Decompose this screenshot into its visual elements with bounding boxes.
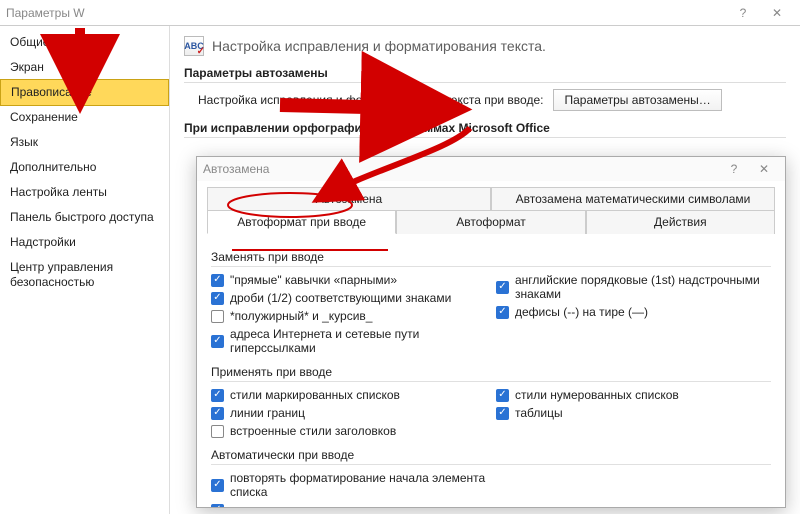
check-replace-left-3[interactable]: адреса Интернета и сетевые пути гиперссы… xyxy=(211,327,486,355)
checkbox-icon[interactable] xyxy=(496,306,509,319)
sidebar-item-3[interactable]: Сохранение xyxy=(0,105,169,130)
check-replace-left-2[interactable]: *полужирный* и _курсив_ xyxy=(211,309,486,323)
sidebar-item-0[interactable]: Общие xyxy=(0,30,169,55)
sidebar-item-5[interactable]: Дополнительно xyxy=(0,155,169,180)
autocorrect-dialog: Автозамена ? ✕ АвтозаменаАвтозамена мате… xyxy=(196,156,786,508)
sidebar-item-7[interactable]: Панель быстрого доступа xyxy=(0,205,169,230)
checkbox-icon[interactable] xyxy=(211,504,224,508)
check-label: линии границ xyxy=(230,406,305,420)
checkbox-icon[interactable] xyxy=(211,335,224,348)
check-label: повторять форматирование начала элемента… xyxy=(230,471,486,499)
dialog-tab-row2-2[interactable]: Действия xyxy=(586,210,775,234)
sidebar-item-6[interactable]: Настройка ленты xyxy=(0,180,169,205)
section-title-apply: Применять при вводе xyxy=(211,365,771,382)
dialog-help-button[interactable]: ? xyxy=(719,157,749,181)
check-label: дефисы (--) на тире (—) xyxy=(515,305,648,319)
check-label: адреса Интернета и сетевые пути гиперссы… xyxy=(230,327,486,355)
check-replace-right-1[interactable]: дефисы (--) на тире (—) xyxy=(496,305,771,319)
checkbox-icon[interactable] xyxy=(211,274,224,287)
check-replace-left-0[interactable]: "прямые" кавычки «парными» xyxy=(211,273,486,287)
checkbox-icon[interactable] xyxy=(496,281,509,294)
check-apply-right-1[interactable]: таблицы xyxy=(496,406,771,420)
check-auto-left-1[interactable]: устанавливать отступы клавишами xyxy=(211,503,486,507)
sidebar-item-9[interactable]: Центр управления безопасностью xyxy=(0,255,169,295)
section-title-auto: Автоматически при вводе xyxy=(211,448,771,465)
check-label: стили маркированных списков xyxy=(230,388,400,402)
check-label: встроенные стили заголовков xyxy=(230,424,396,438)
check-label: английские порядковые (1st) надстрочными… xyxy=(515,273,771,301)
page-title: Настройка исправления и форматирования т… xyxy=(212,38,546,54)
group-spelling-office: При исправлении орфографии в программах … xyxy=(184,121,786,138)
check-auto-left-0[interactable]: повторять форматирование начала элемента… xyxy=(211,471,486,499)
check-apply-left-0[interactable]: стили маркированных списков xyxy=(211,388,486,402)
dialog-tab-row1-0[interactable]: Автозамена xyxy=(207,187,491,210)
dialog-close-button[interactable]: ✕ xyxy=(749,157,779,181)
checkbox-icon[interactable] xyxy=(211,407,224,420)
autocorrect-dialog-title: Автозамена xyxy=(203,162,719,176)
section-checks-auto: повторять форматирование начала элемента… xyxy=(211,467,771,507)
check-label: стили нумерованных списков xyxy=(515,388,679,402)
check-label: *полужирный* и _курсив_ xyxy=(230,309,372,323)
check-apply-left-2[interactable]: встроенные стили заголовков xyxy=(211,424,486,438)
check-apply-left-1[interactable]: линии границ xyxy=(211,406,486,420)
checkbox-icon[interactable] xyxy=(211,310,224,323)
sidebar-item-8[interactable]: Надстройки xyxy=(0,230,169,255)
section-checks-apply: стили маркированных списков линии границ в… xyxy=(211,384,771,442)
sidebar-item-1[interactable]: Экран xyxy=(0,55,169,80)
check-replace-right-0[interactable]: английские порядковые (1st) надстрочными… xyxy=(496,273,771,301)
autocorrect-titlebar: Автозамена ? ✕ xyxy=(197,157,785,181)
dialog-tab-row2-1[interactable]: Автоформат xyxy=(396,210,585,234)
checkbox-icon[interactable] xyxy=(211,292,224,305)
checkbox-icon[interactable] xyxy=(211,425,224,438)
options-sidebar: ОбщиеЭкранПравописаниеСохранениеЯзыкДопо… xyxy=(0,26,170,514)
proofing-icon: ABC xyxy=(184,36,204,56)
main-title: Параметры W xyxy=(6,6,726,20)
section-checks-replace: "прямые" кавычки «парными» дроби (1/2) со… xyxy=(211,269,771,359)
dialog-tabs-row2: Автоформат при вводеАвтоформатДействия xyxy=(207,210,775,234)
sidebar-item-2[interactable]: Правописание xyxy=(0,79,169,106)
group-autocorrect: Параметры автозамены xyxy=(184,66,786,83)
checkbox-icon[interactable] xyxy=(211,479,224,492)
checkbox-icon[interactable] xyxy=(496,389,509,402)
check-label: дроби (1/2) соответствующими знаками xyxy=(230,291,451,305)
autocorrect-description: Настройка исправления и форматирования т… xyxy=(198,93,543,107)
autocorrect-options-button[interactable]: Параметры автозамены… xyxy=(553,89,721,111)
main-titlebar: Параметры W ? ✕ xyxy=(0,0,800,26)
check-replace-left-1[interactable]: дроби (1/2) соответствующими знаками xyxy=(211,291,486,305)
dialog-tabs-row1: АвтозаменаАвтозамена математическими сим… xyxy=(207,187,775,210)
dialog-tab-row2-0[interactable]: Автоформат при вводе xyxy=(207,210,396,234)
checkbox-icon[interactable] xyxy=(496,407,509,420)
check-label: таблицы xyxy=(515,406,563,420)
check-label: "прямые" кавычки «парными» xyxy=(230,273,397,287)
check-apply-right-0[interactable]: стили нумерованных списков xyxy=(496,388,771,402)
help-button[interactable]: ? xyxy=(726,0,760,26)
sidebar-item-4[interactable]: Язык xyxy=(0,130,169,155)
close-button[interactable]: ✕ xyxy=(760,0,794,26)
check-label: устанавливать отступы клавишами xyxy=(230,503,426,507)
section-title-replace: Заменять при вводе xyxy=(211,250,771,267)
checkbox-icon[interactable] xyxy=(211,389,224,402)
dialog-tab-row1-1[interactable]: Автозамена математическими символами xyxy=(491,187,775,210)
tab-body: Заменять при вводе "прямые" кавычки «парн… xyxy=(197,240,785,507)
